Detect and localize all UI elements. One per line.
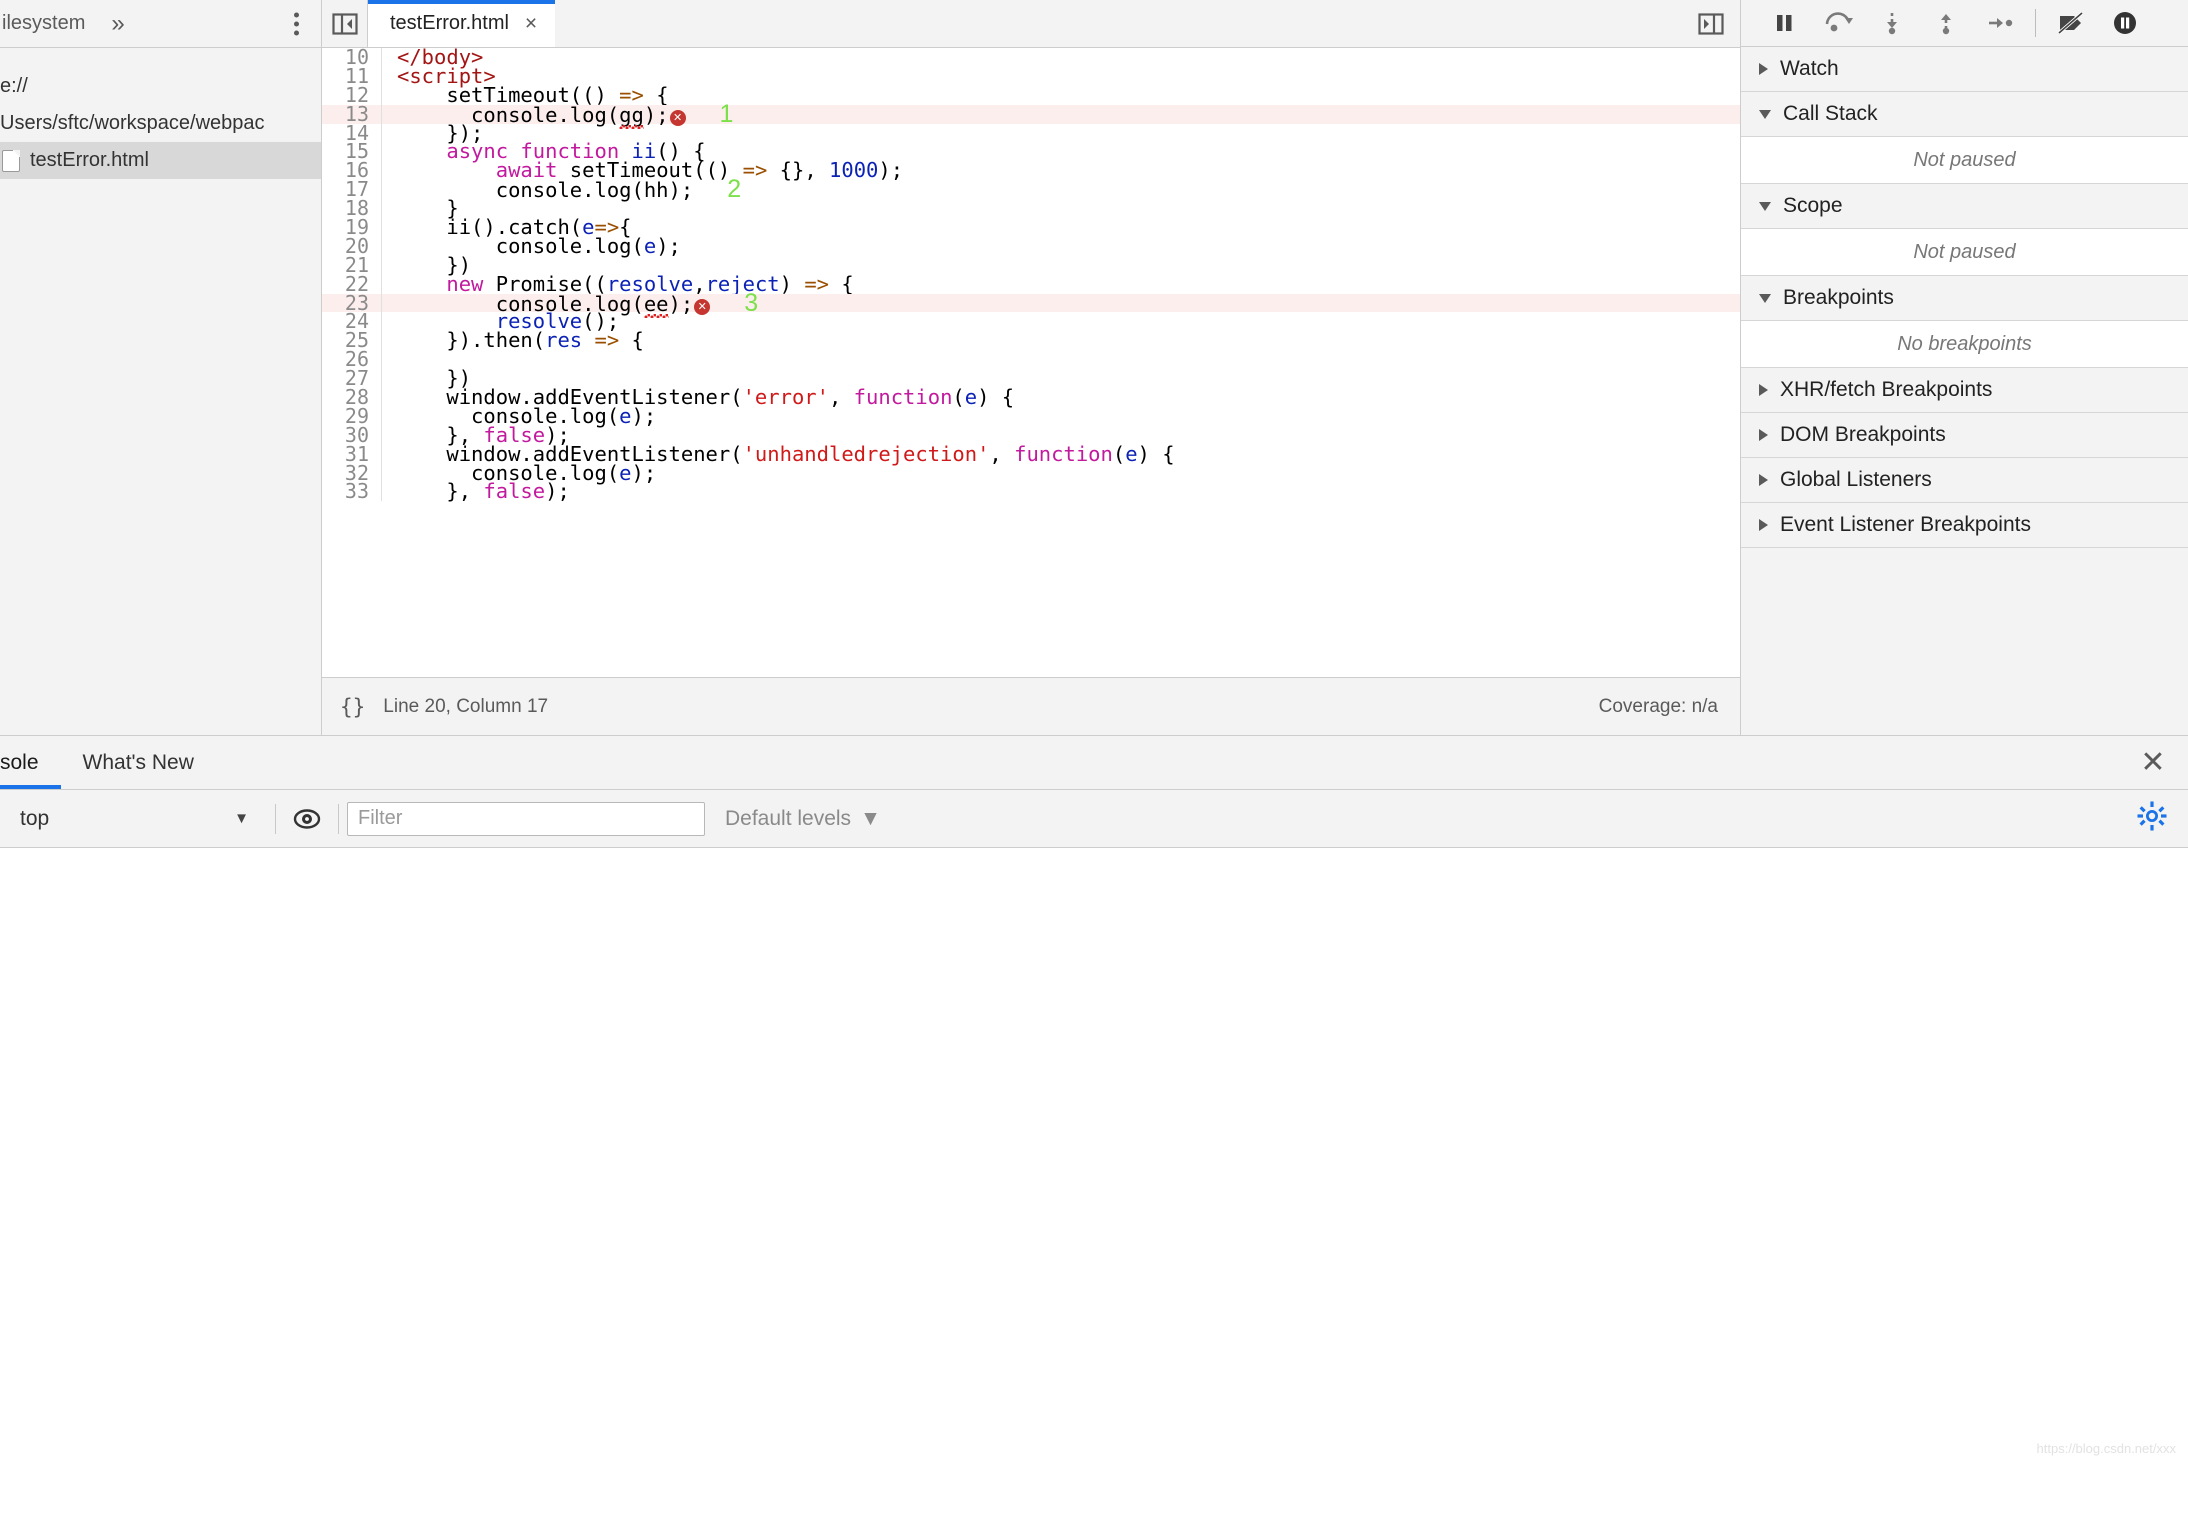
file-tree-label: testError.html xyxy=(30,149,149,171)
step-out-icon[interactable] xyxy=(1919,0,1973,47)
chevron-down-icon xyxy=(1759,109,1771,119)
gear-icon[interactable] xyxy=(2136,800,2168,837)
file-tree: e:// Users/sftc/workspace/webpac testError… xyxy=(0,48,321,179)
show-debugger-icon[interactable] xyxy=(1682,0,1740,47)
chevron-down-icon: ▼ xyxy=(234,810,249,827)
drawer-tab-label: sole xyxy=(0,750,39,774)
debugger-section-header[interactable]: XHR/fetch Breakpoints xyxy=(1741,368,2188,413)
chevron-right-icon xyxy=(1759,519,1768,531)
file-tree-item[interactable]: testError.html xyxy=(0,142,321,179)
chevron-right-icon xyxy=(1759,384,1768,396)
debugger-section-header[interactable]: Call Stack xyxy=(1741,92,2188,137)
close-icon[interactable]: × xyxy=(525,12,537,36)
line-number[interactable]: 33 xyxy=(322,482,382,501)
navigator-more-tabs-icon[interactable]: » xyxy=(111,11,124,36)
editor-pane: testError.html × 10 </body> 11 <script> 12 s… xyxy=(322,0,1741,735)
debugger-section-header[interactable]: Global Listeners xyxy=(1741,458,2188,503)
editor-tab-label: testError.html xyxy=(390,12,509,34)
toolbar-divider xyxy=(2035,9,2036,37)
debugger-section-title: Breakpoints xyxy=(1783,286,1894,309)
chevron-down-icon xyxy=(1759,293,1771,303)
navigator-tabbar: ilesystem » xyxy=(0,0,321,48)
close-drawer-icon[interactable]: ✕ xyxy=(2118,736,2188,789)
code-line[interactable]: 17 console.log(hh); 2 xyxy=(322,177,1740,202)
live-expression-icon[interactable] xyxy=(276,808,338,830)
debugger-sections: Watch Call Stack Not paused Scope Not paused… xyxy=(1741,47,2188,548)
code-line[interactable]: 33 }, false); xyxy=(322,479,1740,504)
chevron-down-icon: ▼ xyxy=(860,806,881,830)
show-navigator-icon[interactable] xyxy=(322,0,368,47)
code-editor[interactable]: 10 </body> 11 <script> 12 setTimeout(() => {… xyxy=(322,48,1740,677)
editor-tabbar: testError.html × xyxy=(322,0,1740,48)
log-level-label: Default levels xyxy=(725,806,852,830)
pretty-print-icon[interactable]: {} xyxy=(340,695,365,719)
chevron-right-icon xyxy=(1759,429,1768,441)
debugger-section-header[interactable]: Scope xyxy=(1741,184,2188,229)
navigator-menu-icon[interactable] xyxy=(294,12,299,35)
code-line[interactable]: 26 xyxy=(322,349,1740,369)
code-line[interactable]: 20 console.log(e); xyxy=(322,236,1740,257)
pause-resume-icon[interactable] xyxy=(1757,0,1811,47)
file-tree-item[interactable]: Users/sftc/workspace/webpac xyxy=(0,105,321,142)
code-text: }, false); xyxy=(397,479,570,504)
debugger-section-title: Event Listener Breakpoints xyxy=(1780,513,2031,536)
coverage-status: Coverage: n/a xyxy=(1598,695,1718,717)
drawer-tab[interactable]: What's New xyxy=(61,736,216,789)
step-over-icon[interactable] xyxy=(1811,0,1865,47)
drawer-tab[interactable]: sole xyxy=(0,736,61,789)
debugger-section-title: Watch xyxy=(1780,57,1839,80)
step-icon[interactable] xyxy=(1973,0,2027,47)
execution-context-selector[interactable]: top ▼ xyxy=(0,807,275,831)
sources-panel: ilesystem » e:// Users/sftc/workspace/web… xyxy=(0,0,2188,735)
code-line[interactable]: 13 console.log(gg); ✕ 1 xyxy=(322,101,1740,126)
console-drawer: sole What's New ✕ top ▼ Filter Default lev… xyxy=(0,735,2188,1514)
navigator-pane: ilesystem » e:// Users/sftc/workspace/web… xyxy=(0,0,322,735)
editor-tab-testerror[interactable]: testError.html × xyxy=(368,0,556,47)
debugger-sidebar: Watch Call Stack Not paused Scope Not paused… xyxy=(1741,0,2188,735)
execution-context-label: top xyxy=(20,806,50,830)
drawer-tab-label: What's New xyxy=(82,750,194,774)
debugger-section-title: XHR/fetch Breakpoints xyxy=(1780,378,1993,401)
file-icon xyxy=(2,149,20,172)
debugger-toolbar xyxy=(1741,0,2188,47)
code-text: }).then(res => { xyxy=(397,328,644,353)
chevron-right-icon xyxy=(1759,474,1768,486)
navigator-tab-filesystem[interactable]: ilesystem xyxy=(0,12,85,35)
debugger-section-title: Call Stack xyxy=(1783,102,1878,125)
chevron-down-icon xyxy=(1759,201,1771,211)
debugger-section-title: DOM Breakpoints xyxy=(1780,423,1946,446)
debugger-section-title: Scope xyxy=(1783,194,1843,217)
debugger-section-body: Not paused xyxy=(1741,229,2188,276)
debugger-section-header[interactable]: Breakpoints xyxy=(1741,276,2188,321)
pause-on-exceptions-icon[interactable] xyxy=(2098,0,2152,47)
code-line[interactable]: 25 }).then(res => { xyxy=(322,328,1740,353)
debugger-section-body: Not paused xyxy=(1741,137,2188,184)
filter-placeholder: Filter xyxy=(358,807,403,829)
log-level-selector[interactable]: Default levels ▼ xyxy=(725,807,881,831)
chevron-right-icon xyxy=(1759,63,1768,75)
watermark: https://blog.csdn.net/xxx xyxy=(2036,1441,2176,1456)
debugger-section-title: Global Listeners xyxy=(1780,468,1932,491)
debugger-section-header[interactable]: Event Listener Breakpoints xyxy=(1741,503,2188,548)
file-tree-label: Users/sftc/workspace/webpac xyxy=(0,112,265,134)
cursor-position: Line 20, Column 17 xyxy=(383,695,549,717)
editor-status-bar: {} Line 20, Column 17 Coverage: n/a xyxy=(322,677,1740,735)
file-tree-label: e:// xyxy=(0,75,28,97)
devtools-window: ilesystem » e:// Users/sftc/workspace/web… xyxy=(0,0,2188,1514)
debugger-section-header[interactable]: DOM Breakpoints xyxy=(1741,413,2188,458)
toolbar-divider xyxy=(338,803,339,834)
drawer-tabbar: sole What's New ✕ xyxy=(0,736,2188,790)
debugger-section-header[interactable]: Watch xyxy=(1741,47,2188,92)
file-tree-item[interactable]: e:// xyxy=(0,68,321,105)
debugger-section-body: No breakpoints xyxy=(1741,321,2188,368)
filter-input[interactable]: Filter xyxy=(347,801,705,836)
step-into-icon[interactable] xyxy=(1865,0,1919,47)
deactivate-breakpoints-icon[interactable] xyxy=(2044,0,2098,47)
console-toolbar: top ▼ Filter Default levels ▼ xyxy=(0,790,2188,848)
code-line[interactable]: 10 </body> xyxy=(322,48,1740,67)
